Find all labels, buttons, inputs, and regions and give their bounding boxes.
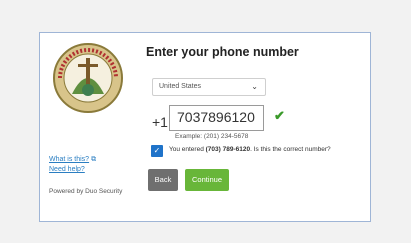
page-title: Enter your phone number — [146, 45, 299, 59]
country-select[interactable]: United States ⌄ — [152, 78, 266, 96]
phone-number-input[interactable]: 7037896120 — [169, 105, 264, 131]
county-seal-logo — [52, 42, 124, 114]
back-button[interactable]: Back — [148, 169, 178, 191]
country-select-value: United States — [159, 83, 202, 90]
confirm-number-label: You entered (703) 789-6120. Is this the … — [169, 146, 331, 153]
powered-by-text: Powered by Duo Security — [49, 188, 123, 195]
need-help-link[interactable]: Need help? — [49, 165, 133, 175]
duo-enrollment-frame: What is this? ⧉ Need help? Powered by Duo… — [39, 32, 371, 222]
valid-checkmark-icon: ✔ — [274, 108, 285, 123]
external-link-icon: ⧉ — [91, 156, 97, 163]
confirm-text-before: You entered — [169, 146, 206, 153]
continue-button[interactable]: Continue — [185, 169, 229, 191]
confirm-number-checkbox[interactable]: ✓ — [151, 145, 163, 157]
phone-prefix: +1 — [152, 114, 168, 130]
what-is-this-label: What is this? — [49, 156, 90, 163]
what-is-this-link[interactable]: What is this? ⧉ — [49, 155, 133, 165]
main-panel: Enter your phone number United States ⌄ … — [146, 45, 361, 191]
phone-example-text: Example: (201) 234-5678 — [175, 133, 249, 140]
sidebar: What is this? ⧉ Need help? Powered by Duo… — [49, 42, 133, 195]
confirm-text-after: . Is this the correct number? — [250, 146, 331, 153]
confirm-number: (703) 789-6120 — [205, 146, 251, 153]
chevron-down-icon: ⌄ — [251, 82, 258, 91]
